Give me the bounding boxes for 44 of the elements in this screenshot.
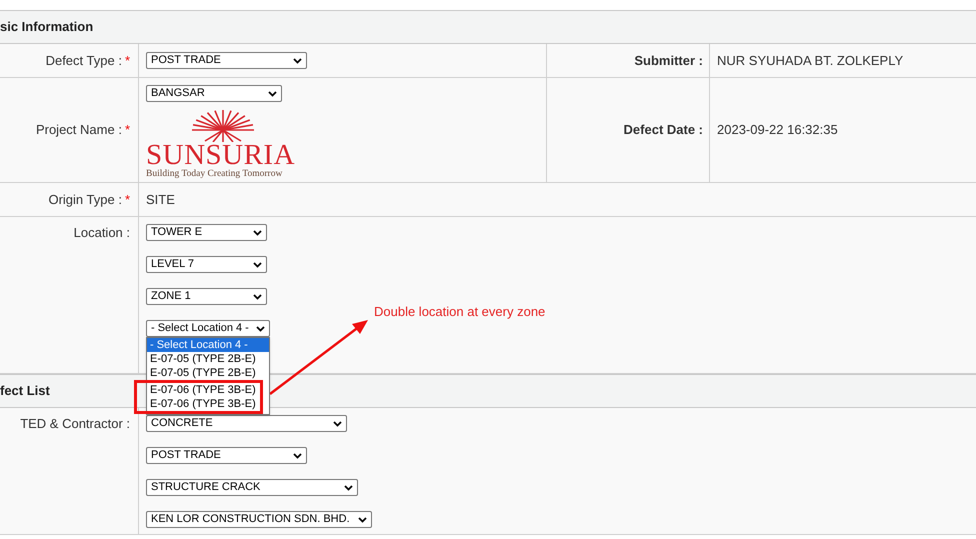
dropdown[interactable]: LEVEL 7 bbox=[146, 256, 267, 273]
chevron-down-icon bbox=[253, 294, 262, 300]
section-title: fect List bbox=[0, 382, 50, 400]
dropdown[interactable]: KEN LOR CONSTRUCTION SDN. BHD. bbox=[146, 511, 372, 528]
chevron-down-icon bbox=[256, 326, 265, 332]
dropdown-option[interactable]: - Select Location 4 - bbox=[147, 338, 269, 352]
dropdown[interactable]: TOWER E bbox=[146, 224, 267, 241]
logo-name: SUNSURIA bbox=[146, 142, 296, 169]
dropdown[interactable]: BANGSAR bbox=[146, 85, 282, 102]
chevron-down-icon bbox=[358, 516, 367, 522]
dropdown[interactable]: POST TRADE bbox=[146, 447, 307, 464]
field-label: Defect Date : bbox=[624, 121, 703, 140]
field-label: Origin Type : bbox=[48, 190, 122, 209]
chevron-down-icon bbox=[344, 484, 353, 490]
dropdown[interactable]: POST TRADE bbox=[146, 52, 307, 69]
chevron-down-icon bbox=[253, 230, 262, 236]
chevron-down-icon bbox=[293, 452, 302, 458]
logo-tagline: Building Today Creating Tomorrow bbox=[146, 169, 282, 180]
field-value: SITE bbox=[146, 190, 175, 209]
dropdown[interactable]: ZONE 1 bbox=[146, 288, 267, 305]
field-value: NUR SYUHADA BT. ZOLKEPLY bbox=[717, 52, 904, 70]
chevron-down-icon bbox=[253, 262, 262, 268]
field-label: Location : bbox=[74, 224, 130, 242]
dropdown-option[interactable]: E-07-06 (TYPE 3B-E) bbox=[147, 383, 260, 397]
dropdown-option[interactable]: E-07-05 (TYPE 2B-E) bbox=[147, 352, 269, 366]
starburst-icon bbox=[190, 108, 256, 142]
dropdown-option[interactable]: E-07-05 (TYPE 2B-E) bbox=[147, 366, 269, 380]
required-asterisk: * bbox=[124, 121, 130, 140]
chevron-down-icon bbox=[268, 90, 277, 96]
dropdown[interactable]: STRUCTURE CRACK bbox=[146, 479, 358, 496]
field-label: Defect Type : bbox=[46, 52, 122, 70]
chevron-down-icon bbox=[333, 420, 342, 426]
section-title: sic Information bbox=[0, 18, 94, 36]
field-label: Submitter : bbox=[634, 52, 703, 70]
dropdown[interactable]: - Select Location 4 - bbox=[146, 320, 270, 337]
dropdown-option[interactable]: E-07-06 (TYPE 3B-E) bbox=[147, 397, 260, 411]
required-asterisk: * bbox=[124, 52, 130, 70]
annotation-text: Double location at every zone bbox=[374, 303, 546, 321]
field-label: TED & Contractor : bbox=[20, 415, 130, 433]
field-label: Project Name : bbox=[36, 121, 122, 140]
field-value: 2023-09-22 16:32:35 bbox=[717, 121, 838, 140]
required-asterisk: * bbox=[124, 190, 130, 209]
dropdown[interactable]: CONCRETE bbox=[146, 415, 347, 432]
chevron-down-icon bbox=[293, 58, 302, 64]
